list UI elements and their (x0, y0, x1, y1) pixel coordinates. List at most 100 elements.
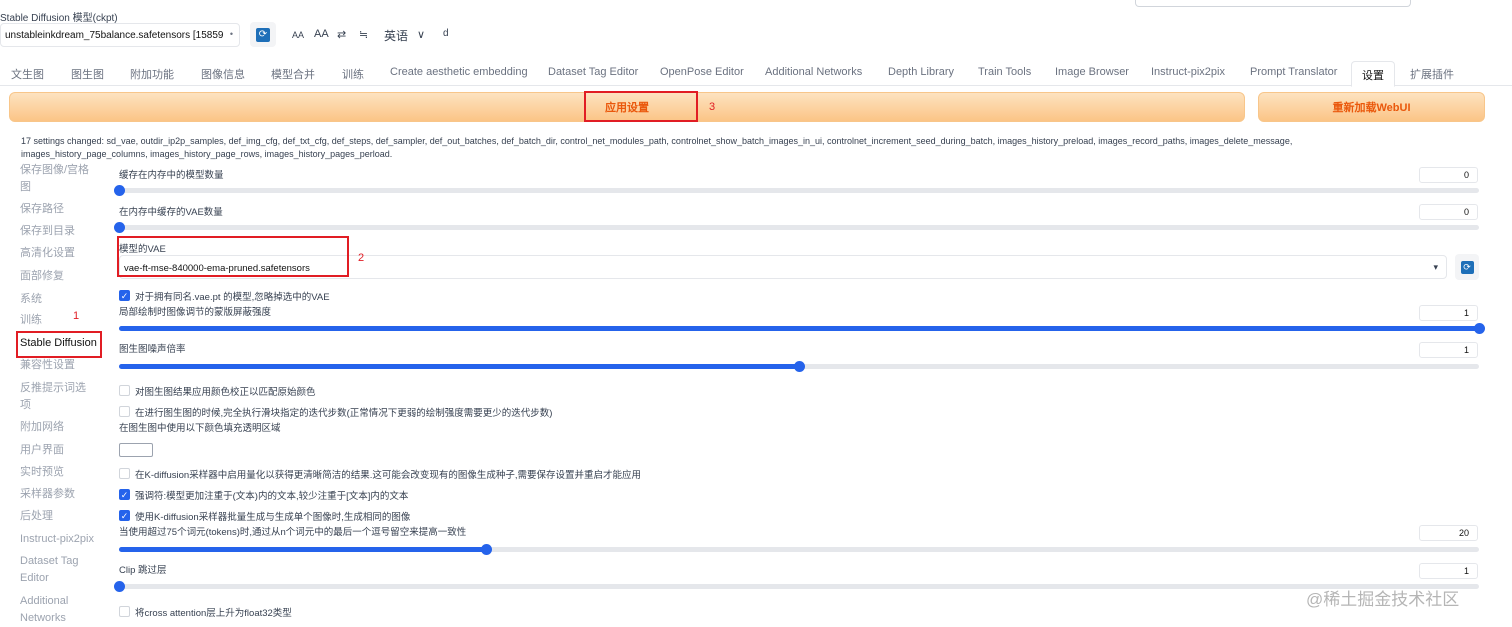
clip-skip-input[interactable]: 1 (1419, 563, 1478, 579)
slider-fill (119, 326, 1479, 331)
sidebar-item-upscaling[interactable]: 高清化设置 (20, 245, 75, 262)
tab-dataset-tag-editor[interactable]: Dataset Tag Editor (548, 66, 638, 78)
color-correction-checkbox[interactable] (119, 385, 130, 396)
font-large-tool[interactable]: AA (314, 28, 329, 40)
refresh-model-button[interactable]: ⟳ (250, 22, 276, 47)
slider-handle[interactable] (1474, 323, 1485, 334)
font-small-tool[interactable]: AA (292, 30, 304, 40)
emphasis-label: 强调符:模型更加注重于(文本)内的文本,较少注重于[文本]内的文本 (135, 491, 409, 502)
annotation-box-2 (117, 236, 349, 277)
comma-padding-label: 当使用超过75个词元(tokens)时,通过从n个词元中的最后一个逗号留空来提高… (119, 527, 467, 538)
tab-train[interactable]: 训练 (342, 66, 364, 82)
sidebar-item-additional-networks[interactable]: Additional Networks (20, 593, 90, 627)
sidebar-item-save-to-dirs[interactable]: 保存到目录 (20, 223, 75, 240)
annotation-number-2: 2 (358, 252, 365, 264)
swap-tool[interactable]: ⇄ (337, 28, 346, 41)
dropdown-arrow-icon: ▾ (1433, 262, 1438, 272)
refresh-icon: ⟳ (1460, 260, 1474, 274)
color-correction-label: 对图生图结果应用颜色校正以匹配原始颜色 (135, 387, 316, 398)
slider-handle[interactable] (481, 544, 493, 555)
tab-extras[interactable]: 附加功能 (130, 66, 174, 82)
sidebar-item-postprocessing[interactable]: 后处理 (20, 508, 53, 525)
tab-train-tools[interactable]: Train Tools (978, 66, 1031, 78)
cache-vae-input[interactable]: 0 (1419, 204, 1478, 220)
inpaint-strength-label: 局部绘制时图像调节的蒙版屏蔽强度 (119, 307, 272, 318)
tab-img2img[interactable]: 图生图 (71, 66, 104, 82)
sidebar-item-system[interactable]: 系统 (20, 291, 42, 308)
top-bar: Stable Diffusion 模型(ckpt) unstableinkdre… (0, 0, 1512, 60)
sidebar-item-save-paths[interactable]: 保存路径 (20, 201, 64, 218)
model-label: Stable Diffusion 模型(ckpt) (0, 13, 118, 24)
exact-steps-label: 在进行图生图的时候,完全执行滑块指定的迭代步数(正常情况下更弱的绘制强度需要更少… (135, 408, 553, 419)
toggle-tool[interactable]: ≒ (359, 28, 368, 41)
model-select[interactable]: unstableinkdream_75balance.safetensors [… (0, 23, 240, 47)
tab-checkpoint-merger[interactable]: 模型合并 (271, 66, 315, 82)
sidebar-item-live-preview[interactable]: 实时预览 (20, 464, 64, 481)
sidebar-item-dataset-tag-editor[interactable]: Dataset Tag Editor (20, 553, 90, 587)
noise-multiplier-label: 图生图噪声倍率 (119, 344, 186, 355)
cache-vae-slider[interactable] (114, 222, 1479, 233)
language-chevron-icon[interactable]: ∨ (417, 28, 425, 41)
sidebar-item-instruct-pix2pix[interactable]: Instruct-pix2pix (20, 531, 94, 548)
tab-instruct-pix2pix[interactable]: Instruct-pix2pix (1151, 66, 1225, 78)
emphasis-checkbox[interactable]: ✓ (119, 489, 130, 500)
fill-color-picker[interactable] (119, 443, 153, 457)
tab-openpose-editor[interactable]: OpenPose Editor (660, 66, 744, 78)
comma-padding-slider[interactable] (119, 544, 1479, 555)
upcast-attention-label: 将cross attention层上升为float32类型 (135, 608, 292, 619)
sidebar-item-sampler-params[interactable]: 采样器参数 (20, 486, 75, 503)
batch-cond-checkbox[interactable]: ✓ (119, 510, 130, 521)
ignore-vae-checkbox[interactable]: ✓ (119, 290, 130, 301)
noise-multiplier-input[interactable]: 1 (1419, 342, 1478, 358)
clip-skip-slider[interactable] (114, 581, 1479, 592)
clip-skip-label: Clip 跳过层 (119, 565, 167, 576)
annotation-number-1: 1 (73, 310, 80, 322)
fill-color-label: 在图生图中使用以下颜色填充透明区域 (119, 423, 281, 434)
sidebar-item-extra-networks[interactable]: 附加网络 (20, 419, 64, 436)
sidebar-item-face-restoration[interactable]: 面部修复 (20, 268, 64, 285)
tab-settings[interactable]: 设置 (1351, 61, 1395, 87)
cache-models-slider[interactable] (114, 185, 1479, 196)
settings-changed-text: 17 settings changed: sd_vae, outdir_ip2p… (21, 136, 1293, 159)
slider-handle[interactable] (794, 361, 805, 372)
sidebar-item-compatibility[interactable]: 兼容性设置 (20, 357, 75, 374)
cache-vae-label: 在内存中缓存的VAE数量 (119, 207, 223, 218)
model-select-value: unstableinkdream_75balance.safetensors [… (5, 30, 224, 41)
upcast-attention-checkbox[interactable] (119, 606, 130, 617)
tab-txt2img[interactable]: 文生图 (11, 66, 44, 82)
quantize-label: 在K-diffusion采样器中启用量化以获得更清晰简洁的结果.这可能会改变现有… (135, 470, 641, 481)
tab-aesthetic-embedding[interactable]: Create aesthetic embedding (390, 66, 528, 78)
tab-additional-networks[interactable]: Additional Networks (765, 66, 862, 78)
tab-bar: 文生图 图生图 附加功能 图像信息 模型合并 训练 Create aesthet… (0, 61, 1512, 87)
reload-webui-button[interactable]: 重新加载WebUI (1258, 92, 1485, 122)
chevron-down-icon: • (229, 29, 233, 39)
cache-models-input[interactable]: 0 (1419, 167, 1478, 183)
exact-steps-checkbox[interactable] (119, 406, 130, 417)
sidebar-item-user-interface[interactable]: 用户界面 (20, 442, 64, 459)
ignore-vae-label: 对于拥有同名.vae.pt 的模型,忽略掉选中的VAE (135, 292, 330, 303)
language-select[interactable]: 英语 (384, 27, 408, 44)
slider-handle[interactable] (114, 222, 125, 233)
inpaint-strength-slider[interactable] (119, 323, 1485, 334)
tab-depth-library[interactable]: Depth Library (888, 66, 954, 78)
inpaint-strength-input[interactable]: 1 (1419, 305, 1478, 321)
tab-image-browser[interactable]: Image Browser (1055, 66, 1129, 78)
comma-padding-input[interactable]: 20 (1419, 525, 1478, 541)
slider-handle[interactable] (114, 581, 125, 592)
extra-tool[interactable]: d (443, 28, 449, 39)
sidebar-item-interrogate[interactable]: 反推提示词选项 (20, 380, 96, 414)
tab-prompt-translator[interactable]: Prompt Translator (1250, 66, 1337, 78)
refresh-icon: ⟳ (256, 27, 270, 42)
slider-fill (119, 364, 799, 369)
batch-cond-label: 使用K-diffusion采样器批量生成与生成单个图像时,生成相同的图像 (135, 512, 411, 523)
tab-png-info[interactable]: 图像信息 (201, 66, 245, 82)
cache-models-label: 缓存在内存中的模型数量 (119, 170, 224, 181)
sidebar-item-training[interactable]: 训练 (20, 312, 42, 329)
reload-webui-label: 重新加载WebUI (1332, 102, 1411, 114)
noise-multiplier-slider[interactable] (119, 361, 1479, 372)
refresh-vae-button[interactable]: ⟳ (1455, 254, 1479, 280)
quantize-checkbox[interactable] (119, 468, 130, 479)
sidebar-item-save-images[interactable]: 保存图像/宫格图 (20, 162, 100, 196)
slider-handle[interactable] (114, 185, 125, 196)
tab-extensions[interactable]: 扩展插件 (1410, 66, 1454, 82)
